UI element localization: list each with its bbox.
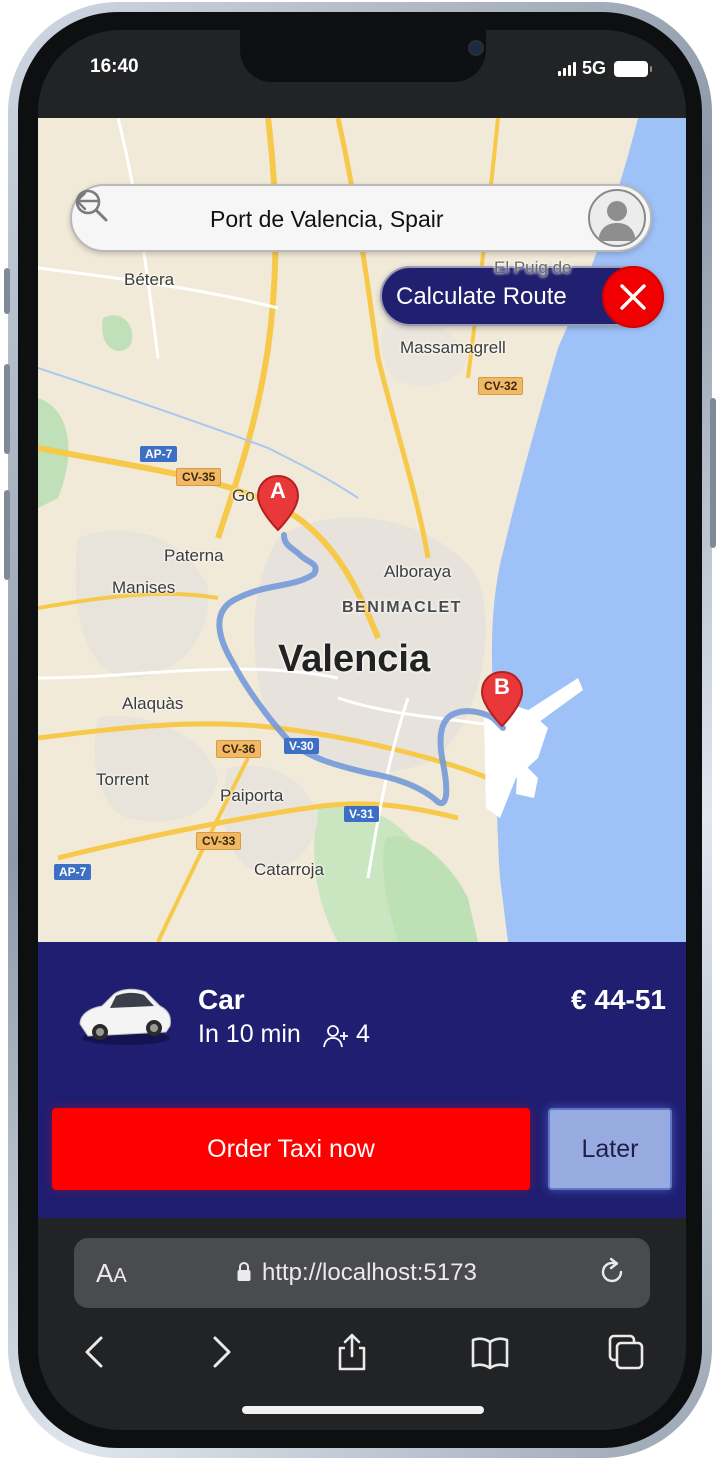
bookmarks-icon[interactable]: [470, 1332, 510, 1372]
close-icon: [620, 284, 646, 310]
search-input[interactable]: [210, 200, 550, 238]
road-shield-cv32: CV-32: [478, 377, 524, 395]
calculate-route-label: Calculate Route: [396, 283, 567, 310]
route-end-marker[interactable]: B: [480, 670, 524, 728]
status-bar: 16:40 5G: [38, 30, 686, 118]
map-label-torrent: Torrent: [96, 770, 149, 789]
route-start-label: A: [270, 478, 286, 503]
avatar-icon: [598, 201, 636, 241]
home-indicator[interactable]: [242, 1406, 484, 1414]
phone-power-button: [710, 398, 716, 548]
text-size-small: A: [113, 1265, 127, 1287]
add-person-icon: [323, 1025, 348, 1048]
later-button[interactable]: Later: [548, 1108, 672, 1190]
share-icon[interactable]: [332, 1332, 372, 1372]
map-label-alaquas: Alaquàs: [122, 694, 184, 713]
url-text: http://localhost:5173: [262, 1259, 477, 1286]
tabs-icon[interactable]: [606, 1332, 646, 1372]
vehicle-name: Car: [198, 984, 245, 1015]
road-shield-cv36: CV-36: [216, 740, 262, 758]
avatar[interactable]: [588, 189, 646, 247]
road-shield-cv35: CV-35: [176, 468, 222, 486]
text-size-button[interactable]: AA: [96, 1258, 127, 1289]
order-taxi-button[interactable]: Order Taxi now: [52, 1108, 530, 1190]
map-label-paiporta: Paiporta: [220, 786, 284, 805]
network-label: 5G: [581, 58, 606, 78]
phone-volume-down: [4, 490, 10, 580]
camera-icon: [468, 40, 484, 56]
search-icon: [75, 189, 108, 222]
browser-toolbar: AA http://localhost:5173: [38, 1218, 686, 1430]
search-bar[interactable]: [70, 184, 652, 252]
ride-price: € 44-51: [571, 984, 666, 1015]
car-icon: [79, 988, 171, 1045]
road-shield-ap7-south: AP-7: [54, 864, 92, 880]
map-label-manises: Manises: [112, 578, 176, 597]
map-label-betera: Bétera: [124, 270, 175, 289]
address-bar[interactable]: AA http://localhost:5173: [74, 1238, 650, 1308]
map-label-alboraya: Alboraya: [384, 562, 452, 581]
road-shield-v30: V-30: [284, 738, 319, 754]
map-view[interactable]: Calculate Route Bétera El Puig de Massam…: [38, 118, 686, 942]
park-area: [102, 315, 133, 351]
phone-screen: 16:40 5G Port de Valencia, Spair Calcula…: [38, 30, 686, 1430]
lock-icon: [237, 1262, 251, 1281]
signal-icon: [557, 61, 576, 76]
status-indicators: 5G: [557, 58, 652, 79]
browser-nav: [38, 1332, 686, 1382]
text-size-large: A: [96, 1258, 114, 1288]
ride-sheet: Car In 10 min 4 € 44-51 Order Taxi now L…: [38, 942, 686, 1218]
park-area: [383, 836, 478, 942]
seats-count: 4: [356, 1020, 370, 1048]
map-label-el-puig: El Puig de: [494, 258, 572, 277]
road-shield-v31: V-31: [344, 806, 379, 822]
close-route-button[interactable]: [602, 266, 664, 328]
map-label-massamagrell: Massamagrell: [400, 338, 506, 357]
browser-back-icon[interactable]: [76, 1332, 116, 1372]
phone-volume-up: [4, 364, 10, 454]
battery-icon: [614, 60, 652, 77]
urban-area: [94, 716, 218, 822]
notch: [240, 30, 486, 82]
browser-forward-icon[interactable]: [200, 1332, 240, 1372]
map-label-catarroja: Catarroja: [254, 860, 324, 879]
road-shield-ap7-north: AP-7: [140, 446, 178, 462]
map-label-valencia: Valencia: [278, 638, 431, 680]
map-label-benimaclet: BENIMACLET: [342, 599, 462, 616]
reload-icon[interactable]: [596, 1256, 628, 1288]
phone-mute-switch: [4, 268, 10, 314]
route-end-label: B: [494, 674, 510, 699]
map-label-godella: Go: [232, 486, 255, 505]
road-shield-cv33: CV-33: [196, 832, 242, 850]
ride-eta: In 10 min: [198, 1020, 301, 1048]
route-start-marker[interactable]: A: [256, 474, 300, 532]
status-time: 16:40: [90, 56, 139, 77]
map-label-paterna: Paterna: [164, 546, 224, 565]
